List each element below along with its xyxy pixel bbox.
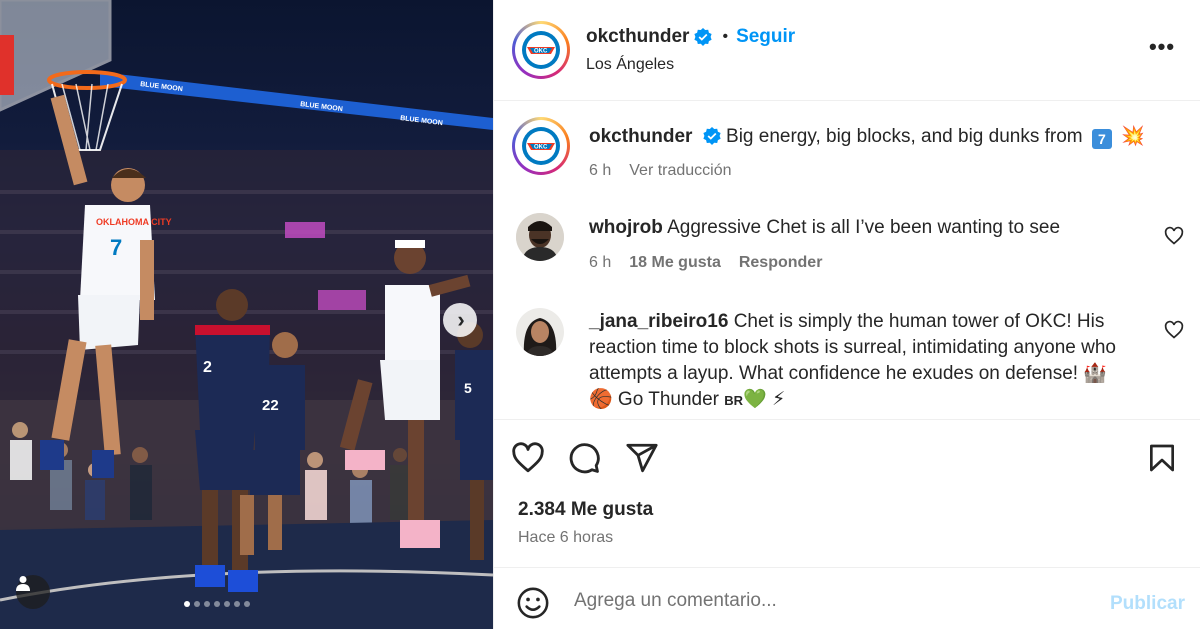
verified-badge-icon: [703, 127, 721, 145]
caption-text: okcthunder Big energy, big blocks, and b…: [589, 124, 1151, 150]
see-translation-button[interactable]: Ver traducción: [629, 162, 731, 180]
save-button[interactable]: [1144, 440, 1180, 476]
svg-text:OKC: OKC: [534, 49, 548, 55]
like-count[interactable]: 2.384 Me gusta: [518, 499, 653, 521]
more-icon: •••: [1148, 34, 1176, 59]
caption-row: OKC okcthunder Big energy, big blocks, a…: [494, 101, 1200, 201]
caption-avatar[interactable]: OKC: [512, 117, 570, 175]
publish-button[interactable]: Publicar: [1110, 593, 1185, 615]
avatar-photo: [516, 308, 564, 356]
verified-badge-icon: [694, 28, 713, 46]
bookmark-icon: [1150, 444, 1174, 472]
comment-like-heart-icon[interactable]: [1164, 226, 1184, 246]
like-button[interactable]: [510, 440, 546, 476]
chevron-right-icon: ›: [457, 307, 465, 332]
post-header: OKC okcthunder • Seguir Los Ángeles •••: [494, 0, 1200, 101]
carousel-indicator: [184, 601, 250, 607]
comment-input[interactable]: [574, 590, 1094, 612]
post-location[interactable]: Los Ángeles: [586, 56, 674, 74]
account-avatar[interactable]: OKC: [512, 21, 570, 79]
jersey-number-22: 22: [262, 397, 279, 414]
keycap-seven-emoji: 7: [1091, 129, 1112, 149]
comment-row: _jana_ribeiro16 Chet is simply the human…: [494, 291, 1200, 419]
reply-button[interactable]: Responder: [739, 254, 823, 272]
post-photo: BLUE MOON BLUE MOON BLUE MOON OKLAHOMA C…: [0, 0, 493, 629]
carousel-dot: [244, 601, 250, 607]
comment-body: Aggressive Chet is all I’ve been wanting…: [667, 217, 1061, 238]
collision-emoji: 💥: [1121, 126, 1145, 147]
comment-text: whojrob Aggressive Chet is all I’ve been…: [589, 215, 1151, 241]
comment-composer: Publicar: [494, 567, 1200, 629]
jersey-number-7: 7: [110, 235, 122, 260]
post-actions: 2.384 Me gusta Hace 6 horas: [494, 419, 1200, 567]
more-options-button[interactable]: •••: [1142, 32, 1182, 62]
avatar-photo: [516, 213, 564, 261]
heart-icon: [512, 442, 544, 473]
comment-text: _jana_ribeiro16 Chet is simply the human…: [589, 309, 1151, 414]
comment-meta: 6 h 18 Me gusta Responder: [589, 254, 822, 272]
carousel-next-button[interactable]: ›: [443, 303, 477, 337]
post-panel: OKC okcthunder • Seguir Los Ángeles •••: [493, 0, 1200, 629]
jersey-number-5: 5: [464, 380, 472, 396]
emoji-picker-icon[interactable]: [516, 586, 550, 620]
paper-plane-icon: [626, 443, 658, 473]
comments-section[interactable]: OKC okcthunder Big energy, big blocks, a…: [494, 101, 1200, 419]
comment-username[interactable]: _jana_ribeiro16: [589, 311, 728, 332]
flag-br: BR: [724, 393, 744, 408]
caption-body: Big energy, big blocks, and big dunks fr…: [726, 126, 1083, 147]
caption-time[interactable]: 6 h: [589, 162, 611, 180]
post-time[interactable]: Hace 6 horas: [518, 529, 613, 547]
jersey-number-2: 2: [203, 359, 212, 376]
thunder-logo-icon: OKC: [522, 127, 560, 165]
caption-username[interactable]: okcthunder: [589, 126, 692, 147]
carousel-dot: [234, 601, 240, 607]
comment-username[interactable]: whojrob: [589, 217, 663, 238]
carousel-dot: [194, 601, 200, 607]
comment-like-heart-icon[interactable]: [1164, 320, 1184, 340]
header-username[interactable]: okcthunder: [586, 26, 689, 48]
carousel-dot: [204, 601, 210, 607]
comment-icon-button[interactable]: [566, 440, 602, 476]
thunder-logo-icon: OKC: [522, 31, 560, 69]
commenter-avatar[interactable]: [516, 213, 564, 261]
user-icon: [16, 576, 30, 591]
comment-row: whojrob Aggressive Chet is all I’ve been…: [494, 201, 1200, 291]
caption-meta: 6 h Ver traducción: [589, 162, 732, 180]
follow-button[interactable]: Seguir: [736, 26, 795, 48]
speech-bubble-icon: [569, 443, 600, 474]
post-media[interactable]: BLUE MOON BLUE MOON BLUE MOON OKLAHOMA C…: [0, 0, 493, 629]
comment-time[interactable]: 6 h: [589, 254, 611, 272]
carousel-dot: [184, 601, 190, 607]
svg-text:OKC: OKC: [534, 145, 548, 151]
comment-body-line2: 🏀 Go Thunder: [589, 389, 719, 410]
jersey-wordmark: OKLAHOMA CITY: [96, 217, 172, 227]
comment-emoji-tail: 💚 ⚡: [743, 389, 786, 410]
comment-likes[interactable]: 18 Me gusta: [629, 254, 721, 272]
commenter-avatar[interactable]: [516, 308, 564, 356]
tagged-users-button[interactable]: [16, 575, 50, 609]
share-button[interactable]: [624, 440, 660, 476]
header-separator: •: [722, 28, 729, 45]
header-user-line: okcthunder • Seguir: [586, 26, 795, 48]
carousel-dot: [224, 601, 230, 607]
carousel-dot: [214, 601, 220, 607]
instagram-post: BLUE MOON BLUE MOON BLUE MOON OKLAHOMA C…: [0, 0, 1200, 629]
